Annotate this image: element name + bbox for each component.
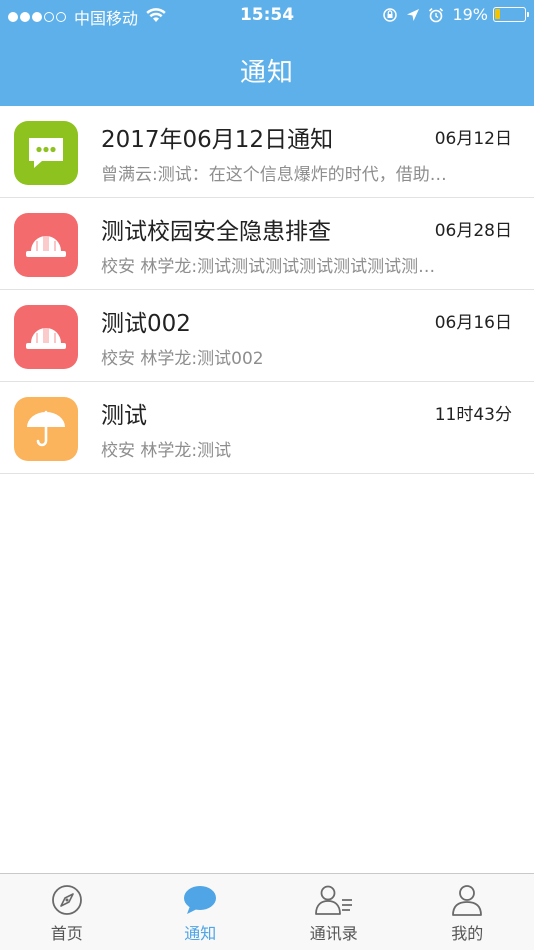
status-right: 19% bbox=[382, 5, 529, 24]
notification-date: 06月12日 bbox=[434, 129, 512, 149]
contacts-icon bbox=[314, 883, 354, 917]
notification-preview: 校安 林学龙:测试002 bbox=[101, 349, 264, 369]
notification-date: 06月16日 bbox=[434, 313, 512, 333]
list-item[interactable]: 测试002 06月16日 校安 林学龙:测试002 bbox=[0, 290, 534, 382]
tab-label: 首页 bbox=[50, 924, 83, 943]
notification-title: 2017年06月12日通知 bbox=[101, 127, 334, 153]
location-arrow-icon bbox=[407, 8, 420, 21]
notification-title: 测试校园安全隐患排查 bbox=[101, 219, 331, 245]
notification-date: 06月28日 bbox=[434, 221, 512, 241]
tab-label: 我的 bbox=[451, 924, 484, 943]
notification-preview: 曾满云:测试：在这个信息爆炸的时代，借助… bbox=[101, 165, 447, 185]
tab-home[interactable]: 首页 bbox=[0, 874, 134, 950]
tab-label: 通知 bbox=[184, 924, 217, 943]
notification-date: 11时43分 bbox=[434, 405, 512, 425]
notification-preview: 校安 林学龙:测试 bbox=[101, 441, 232, 461]
umbrella-icon bbox=[14, 397, 78, 461]
list-item[interactable]: 2017年06月12日通知 06月12日 曾满云:测试：在这个信息爆炸的时代，借… bbox=[0, 106, 534, 198]
page-title: 通知 bbox=[239, 58, 294, 88]
notification-list: 2017年06月12日通知 06月12日 曾满云:测试：在这个信息爆炸的时代，借… bbox=[0, 106, 534, 474]
notification-preview: 校安 林学龙:测试测试测试测试测试测试测… bbox=[101, 257, 436, 277]
chat-bubble-icon bbox=[183, 883, 217, 917]
tab-label: 通讯录 bbox=[309, 924, 358, 943]
compass-icon bbox=[51, 883, 83, 917]
battery-percent: 19% bbox=[452, 5, 488, 24]
chat-bubble-icon bbox=[14, 121, 78, 185]
tab-notifications[interactable]: 通知 bbox=[134, 874, 268, 950]
notification-title: 测试 bbox=[101, 403, 147, 429]
list-item[interactable]: 测试校园安全隐患排查 06月28日 校安 林学龙:测试测试测试测试测试测试测… bbox=[0, 198, 534, 290]
hard-hat-icon bbox=[14, 305, 78, 369]
status-bar: 中国移动 15:54 19% bbox=[0, 0, 534, 32]
person-icon bbox=[451, 883, 483, 917]
orientation-lock-icon bbox=[383, 7, 398, 22]
tab-contacts[interactable]: 通讯录 bbox=[267, 874, 401, 950]
tab-profile[interactable]: 我的 bbox=[401, 874, 534, 950]
battery-icon bbox=[493, 7, 529, 22]
list-item[interactable]: 测试 11时43分 校安 林学龙:测试 bbox=[0, 382, 534, 474]
app-header: 中国移动 15:54 19% 通知 bbox=[0, 0, 534, 106]
notification-title: 测试002 bbox=[101, 311, 191, 337]
tab-bar: 首页 通知 通讯录 我的 bbox=[0, 873, 534, 950]
hard-hat-icon bbox=[14, 213, 78, 277]
alarm-clock-icon bbox=[429, 7, 444, 22]
